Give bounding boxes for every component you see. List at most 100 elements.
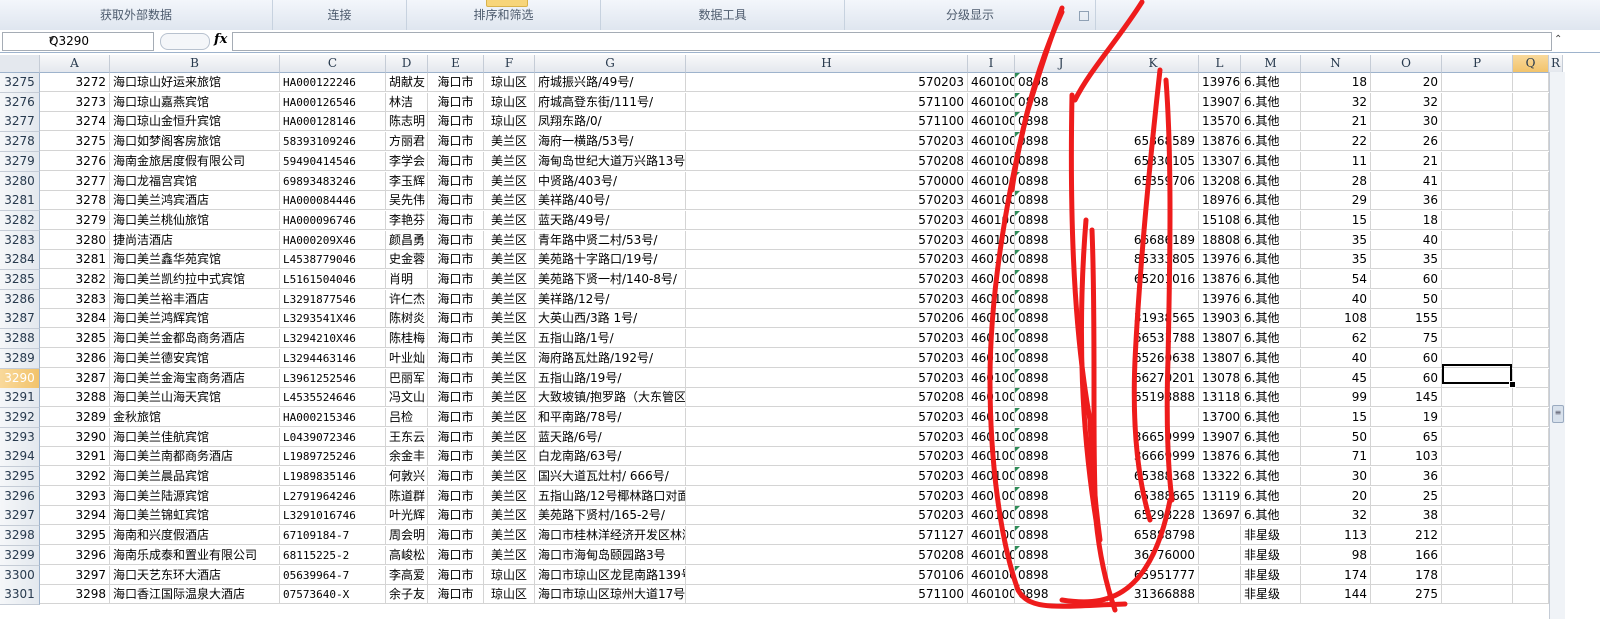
cell-m[interactable]: 6.其他 (1241, 171, 1301, 191)
cell-a[interactable]: 3298 (40, 585, 110, 605)
cell-o[interactable]: 18 (1371, 210, 1442, 230)
cell-m[interactable]: 6.其他 (1241, 407, 1301, 427)
cell-d[interactable]: 叶业灿 (386, 348, 428, 368)
cell-i[interactable]: 460100 (968, 388, 1015, 408)
cell-k[interactable] (1108, 112, 1199, 132)
column-header-p[interactable]: P (1442, 55, 1513, 73)
cell-f[interactable]: 美兰区 (484, 171, 535, 191)
ribbon-group-sort-filter[interactable]: 排序和筛选 (407, 0, 601, 30)
cell-c[interactable]: L3961252546 (280, 368, 386, 388)
cell-a[interactable]: 3293 (40, 486, 110, 506)
row-header[interactable]: 3297 (0, 506, 40, 527)
cell-m[interactable]: 6.其他 (1241, 368, 1301, 388)
cell-q[interactable] (1513, 171, 1549, 191)
cell-e[interactable]: 海口市 (428, 112, 484, 132)
cell-i[interactable]: 460100 (968, 309, 1015, 329)
cell-p[interactable] (1442, 112, 1513, 132)
cell-m[interactable]: 6.其他 (1241, 447, 1301, 467)
cell-p[interactable] (1442, 585, 1513, 605)
cell-f[interactable]: 琼山区 (484, 565, 535, 585)
cell-n[interactable]: 32 (1301, 506, 1371, 526)
cell-n[interactable]: 15 (1301, 407, 1371, 427)
cell-i[interactable]: 460100 (968, 73, 1015, 92)
cell-h[interactable]: 570203 (686, 270, 968, 289)
cell-i[interactable]: 460100 (968, 92, 1015, 112)
cell-q[interactable] (1513, 270, 1549, 289)
cell-a[interactable]: 3272 (40, 73, 110, 92)
cell-m[interactable]: 6.其他 (1241, 486, 1301, 506)
cell-f[interactable]: 美兰区 (484, 467, 535, 486)
cell-e[interactable]: 海口市 (428, 447, 484, 467)
cell-d[interactable]: 余子友 (386, 585, 428, 605)
cell-a[interactable]: 3286 (40, 348, 110, 368)
cell-f[interactable]: 美兰区 (484, 348, 535, 368)
cell-o[interactable]: 60 (1371, 348, 1442, 368)
cell-m[interactable]: 非星级 (1241, 565, 1301, 585)
cell-o[interactable]: 19 (1371, 407, 1442, 427)
cell-c[interactable]: HA000215346 (280, 407, 386, 427)
cell-a[interactable]: 3274 (40, 112, 110, 132)
cell-a[interactable]: 3280 (40, 230, 110, 250)
cell-o[interactable]: 166 (1371, 545, 1442, 565)
cell-i[interactable]: 460100 (968, 348, 1015, 368)
cell-n[interactable]: 21 (1301, 112, 1371, 132)
cell-m[interactable]: 6.其他 (1241, 329, 1301, 349)
cell-o[interactable]: 35 (1371, 250, 1442, 270)
cell-e[interactable]: 海口市 (428, 506, 484, 526)
cell-e[interactable]: 海口市 (428, 210, 484, 230)
cell-h[interactable]: 570208 (686, 151, 968, 171)
cell-k[interactable]: 65330105 (1108, 151, 1199, 171)
cell-n[interactable]: 144 (1301, 585, 1371, 605)
cell-d[interactable]: 李玉辉 (386, 171, 428, 191)
cell-e[interactable]: 海口市 (428, 309, 484, 329)
cell-h[interactable]: 570203 (686, 467, 968, 486)
row-header[interactable]: 3289 (0, 348, 40, 369)
cell-g[interactable]: 府城高登东街/111号/ (535, 92, 686, 112)
cell-g[interactable]: 美祥路/40号/ (535, 191, 686, 211)
ribbon-group-connections[interactable]: 连接 (273, 0, 407, 30)
cell-l[interactable]: 13907560680 (1199, 427, 1241, 447)
cell-j[interactable]: 0898 (1015, 467, 1108, 486)
cell-c[interactable]: L3293541X46 (280, 309, 386, 329)
cell-d[interactable]: 高峻松 (386, 545, 428, 565)
cell-c[interactable]: HA000122246 (280, 73, 386, 92)
cell-g[interactable]: 海府路瓦灶路/192号/ (535, 348, 686, 368)
cell-n[interactable]: 50 (1301, 427, 1371, 447)
cell-g[interactable]: 蓝天路/6号/ (535, 427, 686, 447)
cell-j[interactable]: 0898 (1015, 92, 1108, 112)
cell-l[interactable]: 13208058167 (1199, 171, 1241, 191)
cell-m[interactable]: 6.其他 (1241, 467, 1301, 486)
cell-q[interactable] (1513, 309, 1549, 329)
row-header[interactable]: 3287 (0, 309, 40, 330)
cell-h[interactable]: 570203 (686, 348, 968, 368)
cell-c[interactable]: L1989835146 (280, 467, 386, 486)
cell-p[interactable] (1442, 151, 1513, 171)
cell-n[interactable]: 35 (1301, 230, 1371, 250)
cell-c[interactable]: L3294210X46 (280, 329, 386, 349)
cell-b[interactable]: 捷尚洁酒店 (110, 230, 280, 250)
cell-p[interactable] (1442, 230, 1513, 250)
cell-p[interactable] (1442, 447, 1513, 467)
cell-b[interactable]: 海口美兰晨品宾馆 (110, 467, 280, 486)
cell-q[interactable] (1513, 289, 1549, 309)
cell-i[interactable]: 460100 (968, 132, 1015, 152)
cell-o[interactable]: 60 (1371, 270, 1442, 289)
cell-m[interactable]: 6.其他 (1241, 348, 1301, 368)
cell-n[interactable]: 11 (1301, 151, 1371, 171)
cell-l[interactable]: 13119900656 (1199, 486, 1241, 506)
cell-p[interactable] (1442, 545, 1513, 565)
cell-p[interactable] (1442, 250, 1513, 270)
cell-f[interactable]: 美兰区 (484, 407, 535, 427)
cell-e[interactable]: 海口市 (428, 427, 484, 447)
cell-b[interactable]: 海口美兰鸿宾酒店 (110, 191, 280, 211)
cell-c[interactable]: HA000209X46 (280, 230, 386, 250)
cell-m[interactable]: 6.其他 (1241, 92, 1301, 112)
cell-l[interactable]: 13876018466 (1199, 270, 1241, 289)
cell-m[interactable]: 6.其他 (1241, 230, 1301, 250)
cell-i[interactable]: 460100 (968, 585, 1015, 605)
cell-o[interactable]: 36 (1371, 191, 1442, 211)
cell-q[interactable] (1513, 565, 1549, 585)
cell-j[interactable]: 0898 (1015, 270, 1108, 289)
cell-h[interactable]: 571127 (686, 526, 968, 546)
cell-a[interactable]: 3283 (40, 289, 110, 309)
